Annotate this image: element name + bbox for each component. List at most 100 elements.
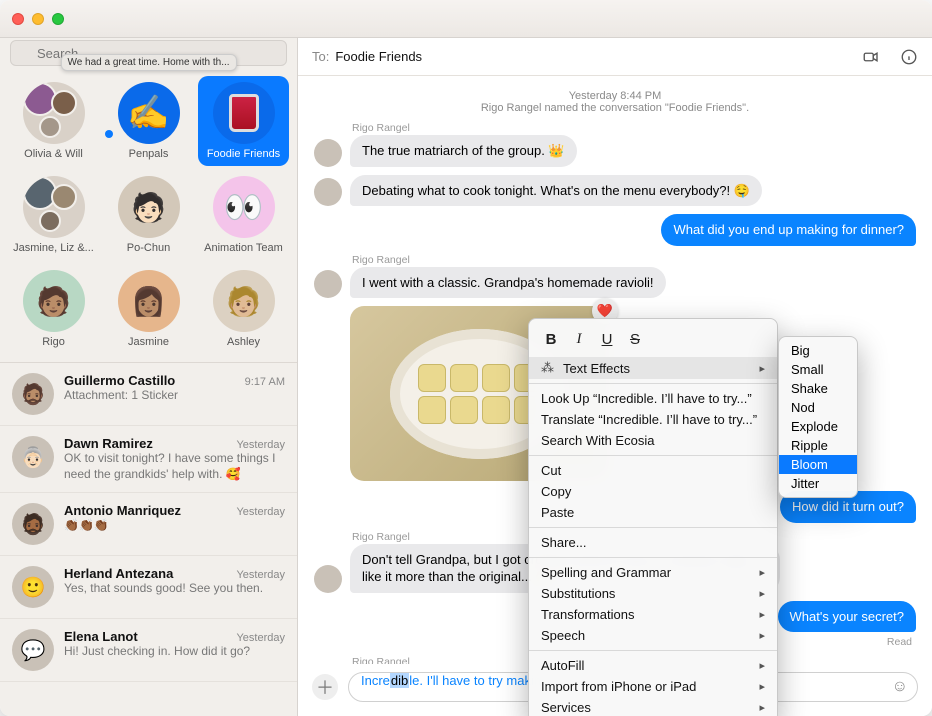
pin-jasmine[interactable]: 👩🏽 Jasmine xyxy=(103,264,194,354)
message-bubble[interactable]: Debating what to cook tonight. What's on… xyxy=(350,175,762,207)
submenu-bloom[interactable]: Bloom xyxy=(779,455,857,474)
menu-cut[interactable]: Cut xyxy=(529,460,777,481)
pin-preview-tooltip: We had a great time. Home with th... xyxy=(60,54,236,71)
pin-jasmine-liz[interactable]: Jasmine, Liz &... xyxy=(8,170,99,260)
conversation-time: 9:17 AM xyxy=(245,376,285,388)
menu-services[interactable]: Services▸ xyxy=(529,697,777,716)
conversation-time: Yesterday xyxy=(236,439,285,451)
underline-button[interactable]: U xyxy=(593,327,621,351)
window-controls xyxy=(12,13,64,25)
pin-label: Animation Team xyxy=(204,242,283,254)
conversation-time: Yesterday xyxy=(236,632,285,644)
chevron-right-icon: ▸ xyxy=(759,659,765,672)
conversation-name: Herland Antezana xyxy=(64,566,173,581)
submenu-shake[interactable]: Shake xyxy=(779,379,857,398)
conversation-name: Dawn Ramirez xyxy=(64,436,153,451)
menu-label: Cut xyxy=(541,463,561,478)
menu-translate[interactable]: Translate “Incredible. I’ll have to try.… xyxy=(529,409,777,430)
bold-button[interactable]: B xyxy=(537,327,565,351)
minimize-window-button[interactable] xyxy=(32,13,44,25)
pin-foodie-friends[interactable]: Foodie Friends xyxy=(198,76,289,166)
close-window-button[interactable] xyxy=(12,13,24,25)
pin-label: Foodie Friends xyxy=(207,148,280,160)
sidebar: Olivia & Will We had a great time. Home … xyxy=(0,38,298,716)
chevron-right-icon: ▸ xyxy=(759,362,765,375)
submenu-big[interactable]: Big xyxy=(779,341,857,360)
message-bubble[interactable]: I went with a classic. Grandpa's homemad… xyxy=(350,267,666,299)
pin-animation-team[interactable]: 👀 Animation Team xyxy=(198,170,289,260)
avatar-icon xyxy=(314,270,342,298)
submenu-ripple[interactable]: Ripple xyxy=(779,436,857,455)
conversation-row[interactable]: 🧔🏾 Antonio ManriquezYesterday 👏🏾👏🏾👏🏾 xyxy=(0,493,297,556)
menu-transformations[interactable]: Transformations ▸ xyxy=(529,604,777,625)
menu-paste[interactable]: Paste xyxy=(529,502,777,523)
conversation-row[interactable]: 🙂 Herland AntezanaYesterday Yes, that so… xyxy=(0,556,297,619)
avatar-icon xyxy=(314,565,342,593)
chevron-right-icon: ▸ xyxy=(759,680,765,693)
pin-label: Rigo xyxy=(42,336,65,348)
can-icon xyxy=(229,94,259,132)
text-effects-submenu: Big Small Shake Nod Explode Ripple Bloom… xyxy=(778,336,858,498)
zoom-window-button[interactable] xyxy=(52,13,64,25)
sender-label: Rigo Rangel xyxy=(352,122,916,134)
emoji-picker-icon[interactable]: ☺ xyxy=(892,678,908,696)
timestamp: Yesterday 8:44 PM xyxy=(314,90,916,102)
messages-window: Olivia & Will We had a great time. Home … xyxy=(0,0,932,716)
chevron-right-icon: ▸ xyxy=(759,608,765,621)
strikethrough-button[interactable]: S xyxy=(621,327,649,351)
menu-lookup[interactable]: Look Up “Incredible. I’ll have to try...… xyxy=(529,388,777,409)
menu-search-web[interactable]: Search With Ecosia xyxy=(529,430,777,451)
menu-speech[interactable]: Speech ▸ xyxy=(529,625,777,646)
pin-olivia-will[interactable]: Olivia & Will xyxy=(8,76,99,166)
submenu-explode[interactable]: Explode xyxy=(779,417,857,436)
pin-ashley[interactable]: 🧑🏼 Ashley xyxy=(198,264,289,354)
pin-label: Ashley xyxy=(227,336,260,348)
submenu-small[interactable]: Small xyxy=(779,360,857,379)
chevron-right-icon: ▸ xyxy=(759,566,765,579)
menu-label: Transformations xyxy=(541,607,634,622)
menu-substitutions[interactable]: Substitutions ▸ xyxy=(529,583,777,604)
pin-penpals[interactable]: We had a great time. Home with th... ✍️ … xyxy=(103,76,194,166)
menu-copy[interactable]: Copy xyxy=(529,481,777,502)
menu-share[interactable]: Share... xyxy=(529,532,777,553)
menu-label: Copy xyxy=(541,484,571,499)
facetime-icon[interactable] xyxy=(862,48,880,66)
menu-text-effects[interactable]: ⁂Text Effects ▸ xyxy=(529,357,777,379)
apps-button[interactable]: ＋ xyxy=(312,674,338,700)
context-menu: B I U S ⁂Text Effects ▸ Look Up “Incredi… xyxy=(528,318,778,716)
message-bubble[interactable]: What's your secret? xyxy=(778,601,916,633)
conversation-preview: Attachment: 1 Sticker xyxy=(64,388,285,404)
conversation-row[interactable]: 🧔🏽 Guillermo Castillo9:17 AM Attachment:… xyxy=(0,363,297,426)
menu-label: Spelling and Grammar xyxy=(541,565,671,580)
menu-label: Substitutions xyxy=(541,586,615,601)
pinned-conversations: Olivia & Will We had a great time. Home … xyxy=(0,72,297,362)
conversation-row[interactable]: 💬 Elena LanotYesterday Hi! Just checking… xyxy=(0,619,297,682)
system-message: Rigo Rangel named the conversation "Food… xyxy=(314,102,916,114)
menu-spelling[interactable]: Spelling and Grammar ▸ xyxy=(529,562,777,583)
pin-label: Olivia & Will xyxy=(24,148,83,160)
submenu-jitter[interactable]: Jitter xyxy=(779,474,857,493)
menu-import-device[interactable]: Import from iPhone or iPad▸ xyxy=(529,676,777,697)
chevron-right-icon: ▸ xyxy=(759,701,765,714)
pin-label: Jasmine xyxy=(128,336,169,348)
pin-label: Penpals xyxy=(129,148,169,160)
menu-autofill[interactable]: AutoFill▸ xyxy=(529,655,777,676)
pin-rigo[interactable]: 🧑🏽 Rigo xyxy=(8,264,99,354)
chevron-right-icon: ▸ xyxy=(759,587,765,600)
menu-label: Speech xyxy=(541,628,585,643)
conversation-time: Yesterday xyxy=(236,569,285,581)
to-value: Foodie Friends xyxy=(335,49,422,64)
unread-indicator xyxy=(105,130,113,138)
conversation-row[interactable]: 👵🏻 Dawn RamirezYesterday OK to visit ton… xyxy=(0,426,297,493)
submenu-nod[interactable]: Nod xyxy=(779,398,857,417)
message-bubble[interactable]: What did you end up making for dinner? xyxy=(661,214,916,246)
menu-label: Text Effects xyxy=(563,361,630,376)
pin-pochun[interactable]: 🧑🏻 Po-Chun xyxy=(103,170,194,260)
chevron-right-icon: ▸ xyxy=(759,629,765,642)
italic-button[interactable]: I xyxy=(565,327,593,351)
info-icon[interactable] xyxy=(900,48,918,66)
message-bubble[interactable]: The true matriarch of the group. 👑 xyxy=(350,135,577,167)
pin-label: Jasmine, Liz &... xyxy=(13,242,94,254)
draft-selection: dib xyxy=(390,673,409,688)
conversation-name: Elena Lanot xyxy=(64,629,138,644)
